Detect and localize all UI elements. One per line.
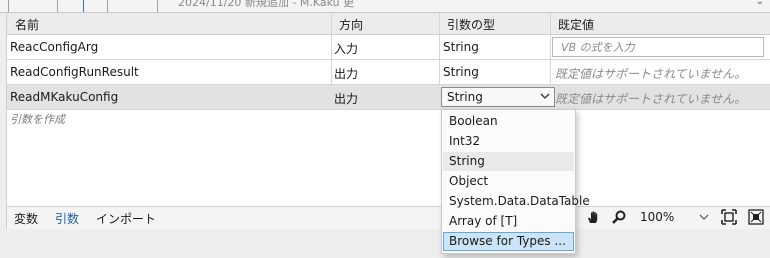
dropdown-selected-value: String [447, 90, 483, 104]
arguments-panel: 名前 方向 引数の型 既定値 ReacConfigArg 入力 String R… [6, 13, 770, 206]
tab-variables[interactable]: 変数 [14, 210, 38, 227]
argument-direction[interactable]: 出力 [334, 65, 358, 82]
tab-imports[interactable]: インポート [96, 210, 156, 227]
zoom-level[interactable]: 100% [640, 210, 674, 224]
column-header-direction[interactable]: 方向 [339, 16, 363, 33]
menu-item-datatable[interactable]: System.Data.DataTable [443, 192, 590, 211]
chevron-down-icon[interactable] [699, 212, 709, 222]
designer-canvas-strip: 2024/11/20 新規追加 - M.Kaku 更 ⌄ [0, 0, 770, 13]
menu-item-string[interactable]: String [443, 152, 574, 171]
column-header-type[interactable]: 引数の型 [447, 16, 495, 33]
zoom-icon[interactable] [611, 209, 627, 225]
canvas-divider [157, 0, 158, 12]
menu-item-object[interactable]: Object [443, 172, 574, 191]
canvas-divider [8, 0, 9, 12]
menu-item-browse-types[interactable]: Browse for Types ... [443, 232, 574, 251]
default-value-hint: 既定値はサポートされていません。 [555, 67, 747, 81]
chevron-down-icon [540, 93, 550, 99]
column-header-name[interactable]: 名前 [15, 16, 39, 33]
grid-header: 名前 方向 引数の型 既定値 [7, 13, 770, 35]
vb-expression-input[interactable] [559, 40, 763, 55]
menu-item-boolean[interactable]: Boolean [443, 112, 574, 131]
argument-name[interactable]: ReacConfigArg [10, 40, 98, 54]
argument-direction[interactable]: 出力 [334, 90, 358, 107]
canvas-divider [107, 0, 108, 12]
column-header-default[interactable]: 既定値 [558, 16, 594, 33]
create-argument-link[interactable]: 引数を作成 [10, 111, 65, 127]
argument-row[interactable]: ReadConfigRunResult 出力 String 既定値はサポートされ… [7, 60, 770, 85]
canvas-annotation-text: 2024/11/20 新規追加 - M.Kaku 更 [178, 0, 355, 9]
menu-item-int32[interactable]: Int32 [443, 132, 574, 151]
argument-row-selected[interactable]: ReadMKakuConfig 出力 String 既定値はサポートされていませ… [7, 85, 770, 110]
menu-item-array[interactable]: Array of [T] [443, 212, 574, 231]
tab-arguments[interactable]: 引数 [55, 210, 79, 227]
argument-name[interactable]: ReadMKakuConfig [10, 90, 118, 104]
default-value-field[interactable] [552, 37, 764, 57]
canvas-divider [83, 0, 84, 12]
argument-type-dropdown[interactable]: String [441, 87, 555, 107]
hand-icon[interactable] [585, 209, 601, 225]
canvas-divider [57, 0, 58, 12]
argument-name[interactable]: ReadConfigRunResult [10, 65, 139, 79]
designer-status-bar: 変数 引数 インポート 100% [6, 206, 770, 229]
argument-direction[interactable]: 入力 [334, 40, 358, 57]
type-dropdown-menu: Boolean Int32 String Object System.Data.… [441, 109, 590, 254]
argument-type[interactable]: String [443, 40, 479, 54]
argument-row[interactable]: ReacConfigArg 入力 String [7, 35, 770, 60]
default-value-hint: 既定値はサポートされていません。 [555, 92, 747, 106]
argument-type[interactable]: String [443, 65, 479, 79]
fit-to-screen-icon[interactable] [721, 209, 737, 225]
overview-icon[interactable] [748, 209, 764, 225]
chevron-down-icon[interactable]: ⌄ [756, 0, 764, 7]
